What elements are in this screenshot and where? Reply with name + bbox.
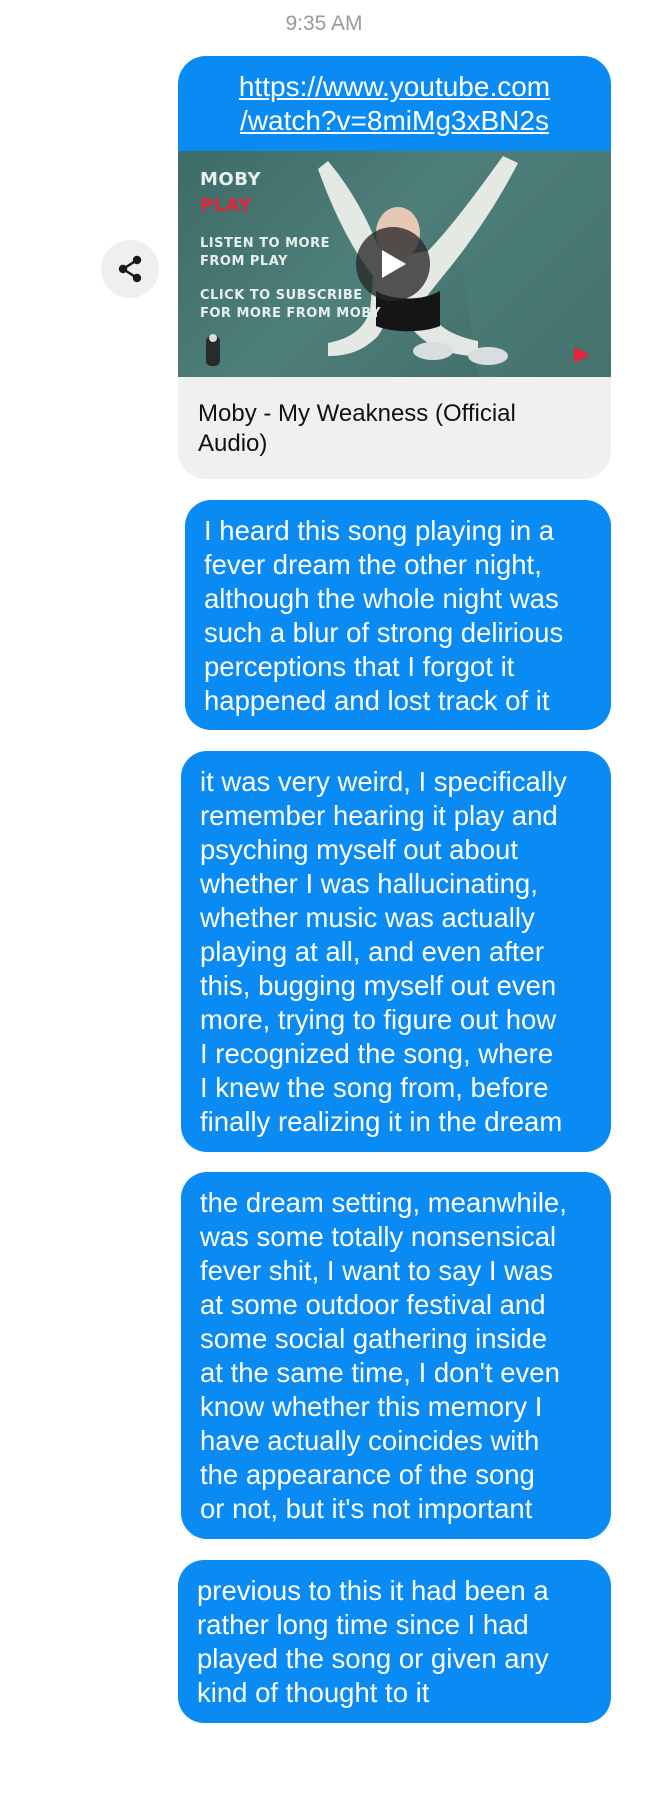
link-url[interactable]: https://www.youtube.com /watch?v=8miMg3x… [178, 56, 611, 151]
message-line: have actually coincides with [200, 1425, 540, 1456]
message-line: played the song or given any [197, 1643, 549, 1674]
message-bubble[interactable]: it was very weird, I specifically rememb… [181, 751, 611, 1152]
message-line: this, bugging myself out even [200, 970, 557, 1001]
message-line: I heard this song playing in a [204, 515, 555, 546]
message-line: some social gathering inside [200, 1323, 547, 1354]
thumbnail-listen-text: LISTEN TO MORE FROM PLAY [200, 236, 330, 269]
link-url-line1: https://www.youtube.com [238, 71, 551, 102]
message-line: whether music was actually [200, 902, 535, 933]
message-line: more, trying to figure out how [200, 1004, 557, 1035]
share-icon [118, 255, 142, 283]
message-line: although the whole night was [204, 583, 559, 614]
message-line: the dream setting, meanwhile, [200, 1187, 567, 1218]
video-title[interactable]: Moby - My Weakness (Official Audio) [178, 377, 611, 459]
play-icon [382, 250, 406, 278]
message-line: I recognized the song, where [200, 1038, 554, 1069]
message-line: previous to this it had been a [197, 1575, 549, 1606]
message-line: it was very weird, I specifically [200, 766, 567, 797]
message-line: remember hearing it play and [200, 800, 558, 831]
message-line: perceptions that I forgot it [204, 651, 515, 682]
message-line: was some totally nonsensical [200, 1221, 557, 1252]
message-line: at the same time, I don't even [200, 1357, 560, 1388]
message-bubble[interactable]: I heard this song playing in a fever dre… [185, 500, 611, 730]
message-bubble[interactable]: previous to this it had been a rather lo… [178, 1560, 611, 1723]
message-timestamp: 9:35 AM [285, 12, 363, 35]
video-thumbnail[interactable]: MOBY PLAY LISTEN TO MORE FROM PLAY CLICK… [178, 151, 611, 377]
message-line: kind of thought to it [197, 1677, 430, 1708]
thumbnail-subscribe-text: CLICK TO SUBSCRIBE FOR MORE FROM MOBY [200, 288, 381, 321]
message-line: fever dream the other night, [204, 549, 542, 580]
message-line: happened and lost track of it [204, 685, 550, 716]
message-line: playing at all, and even after [200, 936, 544, 967]
message-line: or not, but it's not important [200, 1493, 533, 1524]
play-button[interactable] [356, 227, 430, 301]
message-line: the appearance of the song [200, 1459, 535, 1490]
message-line: at some outdoor festival and [200, 1289, 546, 1320]
message-line: psyching myself out about [200, 834, 518, 865]
message-line: whether I was hallucinating, [200, 868, 538, 899]
link-preview-card[interactable]: https://www.youtube.com /watch?v=8miMg3x… [178, 56, 611, 479]
message-line: such a blur of strong delirious [204, 617, 564, 648]
message-bubble[interactable]: the dream setting, meanwhile, was some t… [181, 1172, 611, 1539]
message-line: I knew the song from, before [200, 1072, 549, 1103]
message-line: rather long time since I had [197, 1609, 529, 1640]
thumbnail-album: PLAY [200, 195, 252, 216]
message-line: know whether this memory I [200, 1391, 543, 1422]
share-button[interactable] [101, 240, 159, 298]
message-line: fever shit, I want to say I was [200, 1255, 554, 1286]
message-line: finally realizing it in the dream [200, 1106, 563, 1137]
thumbnail-artist: MOBY PLAY [200, 167, 261, 219]
link-url-line2: /watch?v=8miMg3xBN2s [240, 105, 549, 136]
